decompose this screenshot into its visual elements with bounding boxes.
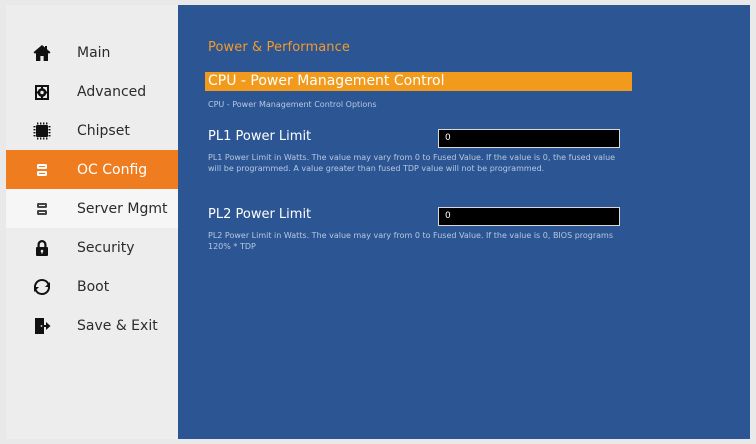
gear-icon <box>31 81 53 103</box>
sidebar-item-advanced[interactable]: Advanced <box>6 72 178 111</box>
sidebar-item-label: Chipset <box>77 122 130 139</box>
sidebar-item-boot[interactable]: Boot <box>6 267 178 306</box>
server-icon <box>31 198 53 220</box>
sidebar-item-label: Main <box>77 44 111 61</box>
lock-icon <box>31 237 53 259</box>
cpu-power-management-control-item[interactable]: CPU - Power Management Control <box>205 72 632 91</box>
sidebar-item-oc-config[interactable]: OC Config <box>6 150 178 189</box>
chip-icon <box>31 120 53 142</box>
sidebar-item-label: Security <box>77 239 135 256</box>
home-icon <box>31 42 53 64</box>
pl2-power-limit-field[interactable]: 0 <box>438 207 620 226</box>
pl1-power-limit-help-text: PL1 Power Limit in Watts. The value may … <box>208 153 616 173</box>
sidebar-item-label: OC Config <box>77 161 148 178</box>
refresh-icon <box>31 276 53 298</box>
exit-icon <box>31 315 53 337</box>
sidebar-item-main[interactable]: Main <box>6 33 178 72</box>
sidebar-item-server-mgmt[interactable]: Server Mgmt <box>6 189 178 228</box>
pl2-power-limit-label: PL2 Power Limit <box>208 207 312 222</box>
sidebar: Main Advanced Chipset OC Config Server M… <box>6 5 178 439</box>
sidebar-item-label: Server Mgmt <box>77 200 168 217</box>
sidebar-item-chipset[interactable]: Chipset <box>6 111 178 150</box>
bios-window: Main Advanced Chipset OC Config Server M… <box>6 5 750 439</box>
settings-panel: Power & Performance CPU - Power Manageme… <box>178 5 750 439</box>
sidebar-item-save-exit[interactable]: Save & Exit <box>6 306 178 345</box>
cpu-power-management-help-text: CPU - Power Management Control Options <box>208 100 377 109</box>
sidebar-item-label: Save & Exit <box>77 317 158 334</box>
pl1-power-limit-field[interactable]: 0 <box>438 129 620 148</box>
pl1-power-limit-label: PL1 Power Limit <box>208 129 312 144</box>
sidebar-nav: Main Advanced Chipset OC Config Server M… <box>6 33 178 345</box>
pl2-power-limit-help-text: PL2 Power Limit in Watts. The value may … <box>208 231 614 251</box>
server-icon <box>31 159 53 181</box>
sidebar-item-label: Advanced <box>77 83 147 100</box>
sidebar-item-label: Boot <box>77 278 110 295</box>
section-title: Power & Performance <box>208 40 350 55</box>
sidebar-item-security[interactable]: Security <box>6 228 178 267</box>
